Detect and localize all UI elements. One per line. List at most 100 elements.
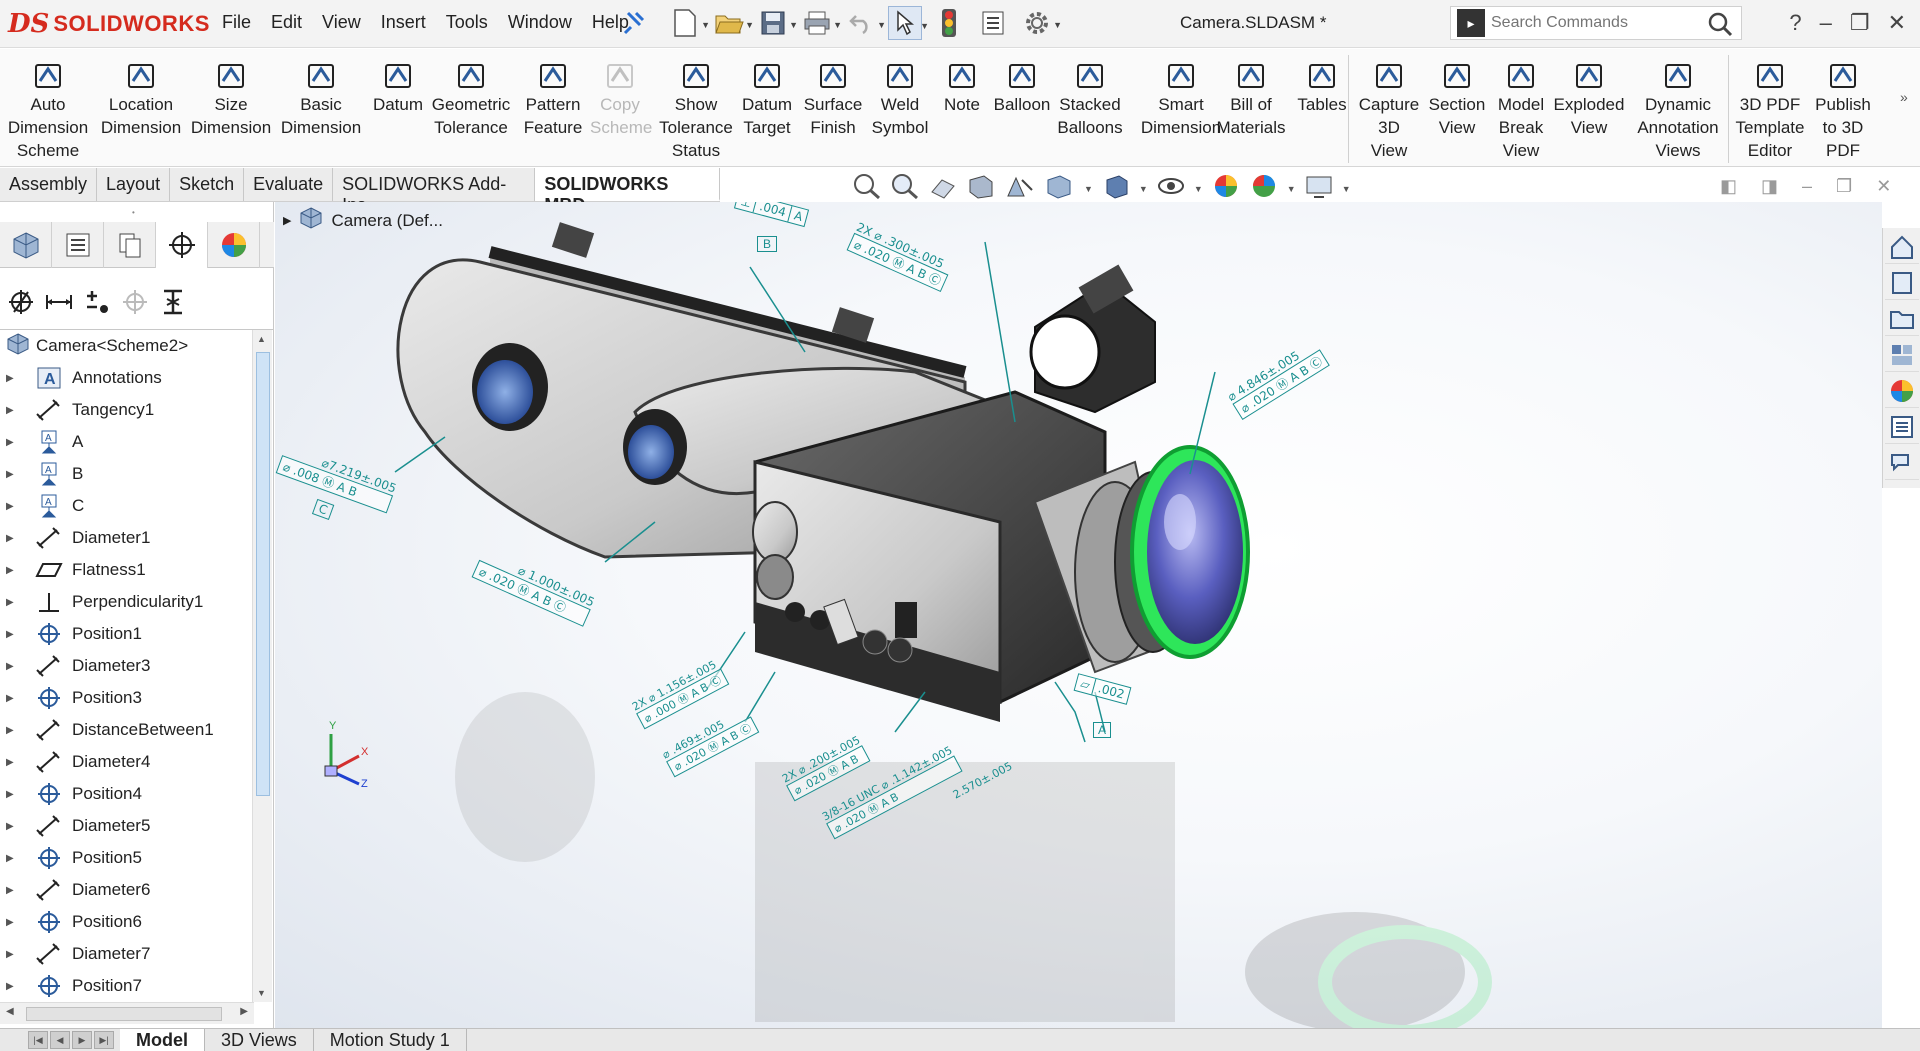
capture-3d-view-button[interactable]: Capture 3D View (1352, 53, 1426, 162)
tree-root-item[interactable]: Camera<Scheme2> (0, 330, 252, 362)
section-view-hud-icon[interactable] (966, 172, 996, 205)
help-icon[interactable]: ? (1789, 10, 1801, 36)
tab-assembly[interactable]: Assembly (0, 168, 98, 201)
view-orientation-icon[interactable] (1042, 172, 1076, 205)
tolerance-status-small-icon[interactable] (82, 287, 112, 322)
undo-icon[interactable]: ▼ (844, 6, 886, 40)
rebuild-traffic-light-icon[interactable] (932, 6, 966, 40)
tree-item[interactable]: ▶ Flatness1 (0, 554, 252, 586)
tab-evaluate[interactable]: Evaluate (244, 168, 334, 201)
panel-splitter-handle[interactable]: • (132, 208, 142, 217)
design-library-icon[interactable] (1885, 266, 1919, 300)
model-break-view-button[interactable]: Model Break View (1492, 53, 1550, 162)
publish-to-3d-pdf-button[interactable]: Publish to 3D PDF (1806, 53, 1880, 162)
expand-arrow-icon[interactable]: ▶ (6, 885, 24, 896)
tab-3d-views[interactable]: 3D Views (205, 1029, 314, 1051)
tree-item[interactable]: ▶ DistanceBetween1 (0, 714, 252, 746)
tree-item[interactable]: ▶ Diameter5 (0, 810, 252, 842)
zoom-to-area-icon[interactable] (890, 172, 920, 205)
propertymanager-icon[interactable] (52, 222, 104, 268)
tree-item[interactable]: ▶ A Annotations (0, 362, 252, 394)
copy-scheme-small-icon[interactable] (120, 287, 150, 322)
scroll-up-icon[interactable]: ▲ (257, 334, 266, 344)
dynamic-annotation-hud-icon[interactable] (1004, 172, 1034, 205)
tree-item[interactable]: ▶ Perpendicularity1 (0, 586, 252, 618)
tree-item[interactable]: ▶ Diameter4 (0, 746, 252, 778)
auto-dimension-scheme-button[interactable]: Auto Dimension Scheme (2, 53, 94, 162)
auto-dimension-scheme-small-icon[interactable] (6, 287, 36, 322)
last-tab-icon[interactable]: ▶| (94, 1031, 114, 1049)
tree-vertical-scrollbar[interactable]: ▲ ▼ (252, 330, 272, 1002)
basic-dimension-button[interactable]: Basic Dimension (276, 53, 366, 139)
tree-item[interactable]: ▶ Position4 (0, 778, 252, 810)
minimize-button[interactable]: – (1820, 10, 1832, 36)
expand-arrow-icon[interactable]: ▶ (6, 597, 24, 608)
expand-arrow-icon[interactable]: ▶ (6, 405, 24, 416)
expand-arrow-icon[interactable]: ▶ (6, 949, 24, 960)
open-folder-icon[interactable]: ▼ (712, 6, 754, 40)
scroll-down-icon[interactable]: ▼ (257, 988, 266, 998)
tab-solidworks-add-ins[interactable]: SOLIDWORKS Add-Ins (333, 168, 536, 215)
apply-scene-caret-icon[interactable]: ▼ (1287, 184, 1296, 194)
viewport-close-icon[interactable]: ✕ (1876, 176, 1891, 197)
expand-arrow-icon[interactable]: ▶ (6, 437, 24, 448)
expand-arrow-icon[interactable]: ▶ (6, 821, 24, 832)
apply-scene-icon[interactable] (1249, 172, 1279, 205)
expand-arrow-icon[interactable]: ▶ (6, 917, 24, 928)
view-palette-icon[interactable] (1885, 338, 1919, 372)
tree-item[interactable]: ▶ Position3 (0, 682, 252, 714)
solidworks-resources-home-icon[interactable] (1885, 230, 1919, 264)
menu-tools[interactable]: Tools (444, 12, 490, 33)
expand-arrow-icon[interactable]: ▶ (6, 629, 24, 640)
tree-item[interactable]: ▶ A C (0, 490, 252, 522)
tree-item[interactable]: ▶ Diameter3 (0, 650, 252, 682)
expand-arrow-icon[interactable]: ▶ (6, 693, 24, 704)
view-settings-caret-icon[interactable]: ▼ (1342, 184, 1351, 194)
expand-arrow-icon[interactable]: ▶ (6, 757, 24, 768)
copy-scheme-button[interactable]: Copy Scheme (590, 53, 652, 139)
bill-of-materials-button[interactable]: Bill of Materials (1212, 53, 1290, 139)
viewport-collapse-left-icon[interactable]: ◧ (1720, 176, 1737, 197)
tree-item[interactable]: ▶ Tangency1 (0, 394, 252, 426)
appearances-scenes-icon[interactable] (1885, 374, 1919, 408)
dynamic-annotation-views-button[interactable]: Dynamic Annotation Views (1628, 53, 1728, 162)
tree-item[interactable]: ▶ Position6 (0, 906, 252, 938)
tree-item[interactable]: ▶ Diameter1 (0, 522, 252, 554)
scroll-right-icon[interactable]: ▶ (240, 1006, 248, 1017)
geometric-tolerance-button[interactable]: Geometric Tolerance (428, 53, 514, 139)
new-document-icon[interactable]: ▼ (668, 6, 710, 40)
menu-view[interactable]: View (320, 12, 363, 33)
tree-item[interactable]: ▶ A B (0, 458, 252, 490)
tree-item[interactable]: ▶ Position5 (0, 842, 252, 874)
ribbon-overflow-icon[interactable]: » (1900, 89, 1908, 105)
tree-item[interactable]: ▶ Diameter6 (0, 874, 252, 906)
tables-button[interactable]: Tables (1292, 53, 1352, 116)
previous-view-icon[interactable] (928, 172, 958, 205)
tree-item[interactable]: ▶ Position1 (0, 618, 252, 650)
displaymanager-icon[interactable] (208, 222, 260, 268)
dimension-small-icon[interactable] (44, 287, 74, 322)
delete-scheme-small-icon[interactable] (158, 287, 188, 322)
expand-arrow-icon[interactable]: ▶ (6, 661, 24, 672)
search-input[interactable] (1491, 14, 1691, 32)
expand-arrow-icon[interactable]: ▶ (6, 789, 24, 800)
search-icon[interactable] (1707, 11, 1733, 42)
weld-symbol-button[interactable]: Weld Symbol (868, 53, 932, 139)
surface-finish-button[interactable]: Surface Finish (800, 53, 866, 139)
expand-arrow-icon[interactable]: ▶ (6, 853, 24, 864)
tree-item[interactable]: ▶ Position7 (0, 970, 252, 1002)
tree-item[interactable]: ▶ Diameter7 (0, 938, 252, 970)
tab-motion-study-1[interactable]: Motion Study 1 (314, 1029, 467, 1051)
menu-insert[interactable]: Insert (379, 12, 428, 33)
options-gear-icon[interactable]: ▼ (1020, 6, 1062, 40)
viewport-minimize-icon[interactable]: – (1802, 176, 1812, 197)
file-properties-icon[interactable] (976, 6, 1010, 40)
exploded-view-button[interactable]: Exploded View (1552, 53, 1626, 139)
tree-item[interactable]: ▶ A A (0, 426, 252, 458)
select-cursor-icon[interactable]: ▼ (888, 6, 929, 40)
expand-arrow-icon[interactable]: ▶ (6, 469, 24, 480)
tree-hscroll-thumb[interactable] (26, 1007, 222, 1021)
datum-button[interactable]: Datum (370, 53, 426, 116)
size-dimension-button[interactable]: Size Dimension (188, 53, 274, 139)
restore-button[interactable]: ❐ (1850, 10, 1870, 36)
